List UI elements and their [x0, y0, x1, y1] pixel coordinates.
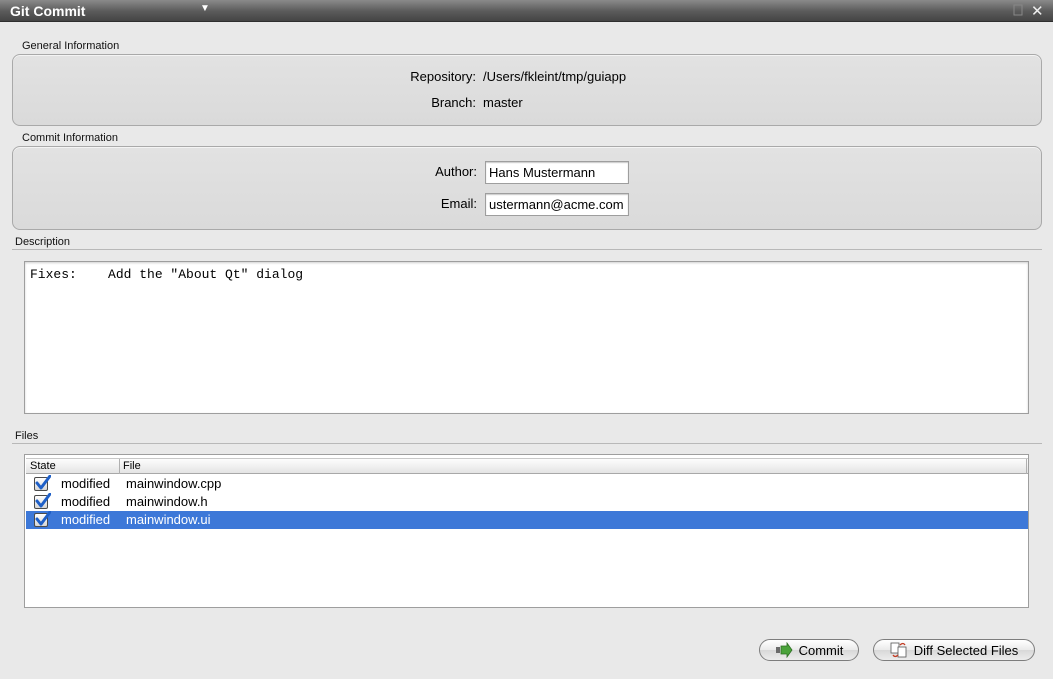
- file-state: modified: [61, 494, 111, 509]
- files-divider: [12, 443, 1042, 444]
- description-heading: Description: [15, 236, 71, 248]
- email-field[interactable]: ustermann@acme.com: [485, 193, 629, 216]
- window-title: Git Commit: [10, 3, 86, 19]
- file-state: modified: [61, 512, 111, 527]
- file-checkbox[interactable]: [34, 493, 51, 509]
- repository-label: Repository:: [410, 69, 476, 84]
- description-divider: [12, 249, 1042, 250]
- commit-button[interactable]: Commit: [759, 639, 859, 661]
- column-separator[interactable]: [119, 459, 120, 474]
- commit-information-group: [12, 146, 1042, 230]
- file-name: mainwindow.h: [126, 494, 208, 509]
- files-table-header: State File: [26, 458, 1028, 474]
- column-header-state[interactable]: State: [30, 460, 56, 472]
- diff-icon: [890, 642, 908, 658]
- file-name: mainwindow.cpp: [126, 476, 222, 491]
- general-information-group: [12, 54, 1042, 126]
- diff-selected-files-button[interactable]: Diff Selected Files: [873, 639, 1035, 661]
- files-heading: Files: [15, 430, 39, 442]
- table-row[interactable]: modified mainwindow.cpp: [26, 475, 1028, 493]
- email-label: Email:: [440, 196, 477, 211]
- file-name: mainwindow.ui: [126, 512, 211, 527]
- author-label: Author:: [435, 164, 477, 179]
- title-menu-icon[interactable]: ▼: [200, 3, 210, 14]
- files-table[interactable]: State File modified mainwindow.cpp modif…: [24, 454, 1029, 608]
- table-row-selected[interactable]: modified mainwindow.ui: [26, 511, 1028, 529]
- commit-button-label: Commit: [798, 642, 844, 658]
- commit-arrow-icon: [775, 641, 793, 659]
- window-titlebar[interactable]: Git Commit ▼ ✕: [0, 0, 1053, 22]
- table-row[interactable]: modified mainwindow.h: [26, 493, 1028, 511]
- commit-information-heading: Commit Information: [22, 132, 118, 144]
- diff-button-label: Diff Selected Files: [913, 642, 1019, 658]
- file-state: modified: [61, 476, 111, 491]
- general-information-heading: General Information: [22, 40, 120, 52]
- branch-label: Branch:: [431, 95, 476, 110]
- close-icon[interactable]: ✕: [1031, 2, 1044, 20]
- file-checkbox[interactable]: [34, 475, 51, 491]
- author-field[interactable]: Hans Mustermann: [485, 161, 629, 184]
- description-textarea[interactable]: Fixes: Add the "About Qt" dialog: [24, 261, 1029, 414]
- undock-icon[interactable]: [1013, 4, 1023, 16]
- column-header-file[interactable]: File: [123, 460, 141, 472]
- column-separator[interactable]: [1026, 459, 1027, 474]
- branch-value: master: [483, 95, 523, 110]
- file-checkbox[interactable]: [34, 511, 51, 527]
- repository-value: /Users/fkleint/tmp/guiapp: [483, 69, 627, 84]
